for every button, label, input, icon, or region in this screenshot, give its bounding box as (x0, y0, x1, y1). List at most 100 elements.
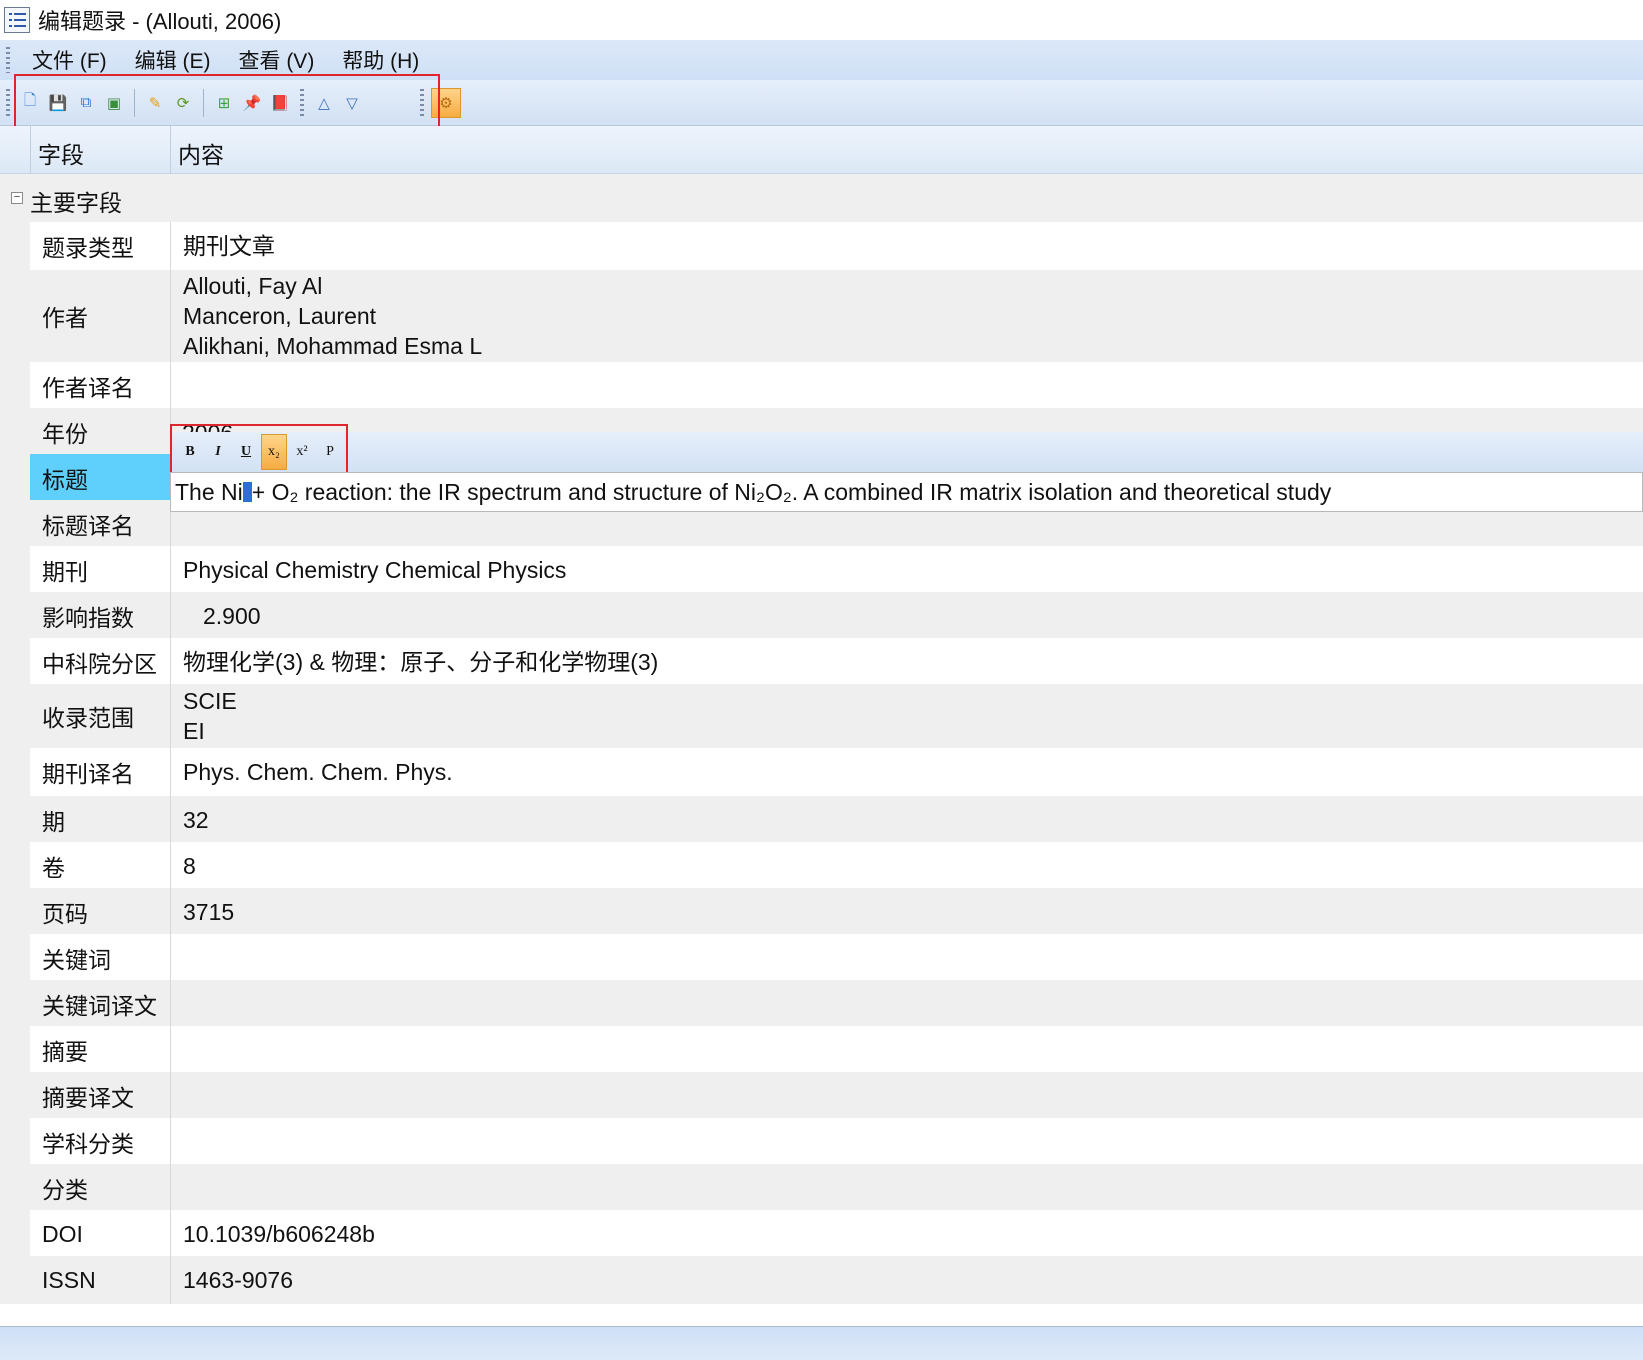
row-gutter (0, 934, 30, 982)
table-row[interactable]: 中科院分区 物理化学(3) & 物理：原子、分子和化学物理(3) (0, 638, 1643, 686)
field-label[interactable]: 作者 (30, 270, 170, 362)
menu-view[interactable]: 查看 (V) (238, 45, 314, 75)
field-value[interactable]: 32 (170, 796, 1643, 844)
row-gutter (0, 842, 30, 890)
table-row[interactable]: 题录类型 期刊文章 (0, 222, 1643, 270)
table-row[interactable]: 学科分类 (0, 1118, 1643, 1166)
table-row[interactable]: 页码 3715 (0, 888, 1643, 936)
field-value[interactable] (170, 1026, 1643, 1074)
new-doc-icon[interactable]: 🗋 (17, 90, 43, 116)
save-close-icon[interactable]: ▣ (101, 90, 127, 116)
field-value[interactable]: 2.900 (170, 592, 1643, 640)
field-label[interactable]: 摘要译文 (30, 1072, 170, 1120)
table-row[interactable]: DOI 10.1039/b606248b (0, 1210, 1643, 1258)
table-row[interactable]: 摘要译文 (0, 1072, 1643, 1120)
table-row[interactable]: 收录范围 SCIE EI (0, 684, 1643, 748)
field-label[interactable]: 期 (30, 796, 170, 844)
table-row[interactable]: 期刊 Physical Chemistry Chemical Physics (0, 546, 1643, 594)
title-input[interactable]: The Ni + O₂ reaction: the IR spectrum an… (170, 472, 1643, 512)
menu-edit[interactable]: 编辑 (E) (135, 45, 211, 75)
field-label[interactable]: 标题译名 (30, 500, 170, 548)
column-header-field[interactable]: 字段 (38, 136, 84, 170)
save-icon[interactable]: 💾 (45, 90, 71, 116)
menu-grip[interactable] (6, 47, 10, 73)
field-value[interactable] (170, 934, 1643, 982)
table-row[interactable]: 期刊译名 Phys. Chem. Chem. Phys. (0, 748, 1643, 796)
underline-button[interactable]: U (233, 439, 259, 465)
collapse-icon[interactable]: − (11, 192, 23, 204)
arrow-up-icon[interactable]: △ (311, 90, 337, 116)
field-label[interactable]: 卷 (30, 842, 170, 890)
arrow-down-icon[interactable]: ▽ (339, 90, 365, 116)
table-row[interactable]: ISSN 1463-9076 (0, 1256, 1643, 1304)
field-label[interactable]: 年份 (30, 408, 170, 456)
field-value[interactable] (170, 980, 1643, 1028)
field-label[interactable]: 期刊译名 (30, 748, 170, 796)
toolbar-grip[interactable] (6, 88, 10, 117)
field-label[interactable]: 收录范围 (30, 684, 170, 748)
field-value[interactable]: 期刊文章 (170, 222, 1643, 270)
field-label[interactable]: 关键词 (30, 934, 170, 982)
field-value[interactable]: 物理化学(3) & 物理：原子、分子和化学物理(3) (170, 638, 1643, 686)
field-label[interactable]: 页码 (30, 888, 170, 936)
column-header-content[interactable]: 内容 (178, 136, 224, 170)
value-line: 32 (183, 807, 209, 833)
field-value[interactable] (170, 1072, 1643, 1120)
field-value[interactable] (170, 1164, 1643, 1212)
field-value[interactable]: 1463-9076 (170, 1256, 1643, 1304)
table-row[interactable]: 作者 Allouti, Fay Al Manceron, Laurent Alikha… (0, 270, 1643, 362)
book-icon[interactable]: 📕 (267, 90, 293, 116)
settings-icon[interactable]: ⚙ (431, 87, 461, 118)
column-divider[interactable] (170, 126, 171, 174)
row-gutter (0, 408, 30, 456)
field-label[interactable]: 关键词译文 (30, 980, 170, 1028)
field-label[interactable]: 影响指数 (30, 592, 170, 640)
menu-help[interactable]: 帮助 (H) (342, 45, 419, 75)
save-copy-icon[interactable]: ⧉ (73, 90, 99, 116)
field-label[interactable]: 作者译名 (30, 362, 170, 410)
table-row[interactable]: 作者译名 (0, 362, 1643, 410)
field-value[interactable]: SCIE EI (170, 684, 1643, 748)
field-value[interactable] (170, 1118, 1643, 1166)
grid-icon[interactable]: ⊞ (211, 90, 237, 116)
field-label[interactable]: 标题 (30, 454, 170, 502)
table-row[interactable]: 关键词译文 (0, 980, 1643, 1028)
field-value[interactable]: Physical Chemistry Chemical Physics (170, 546, 1643, 594)
field-label[interactable]: 期刊 (30, 546, 170, 594)
format-toolbar: B I U x₂ x² P (170, 432, 1643, 472)
table-row[interactable]: 摘要 (0, 1026, 1643, 1074)
pin-icon[interactable]: 📌 (239, 90, 265, 116)
italic-button[interactable]: I (205, 439, 231, 465)
field-label[interactable]: DOI (30, 1210, 170, 1258)
field-value[interactable]: 8 (170, 842, 1643, 890)
field-value[interactable] (170, 362, 1643, 410)
clean-icon[interactable]: ✎ (142, 90, 168, 116)
table-row[interactable]: 分类 (0, 1164, 1643, 1212)
field-value[interactable]: Phys. Chem. Chem. Phys. (170, 748, 1643, 796)
value-line: 3715 (183, 899, 235, 925)
table-row[interactable]: 期 32 (0, 796, 1643, 844)
plain-text-button[interactable]: P (317, 439, 343, 465)
field-label[interactable]: 题录类型 (30, 222, 170, 270)
row-gutter (0, 1072, 30, 1120)
superscript-button[interactable]: x² (289, 439, 315, 465)
table-row[interactable]: 影响指数 2.900 (0, 592, 1643, 640)
bold-button[interactable]: B (177, 439, 203, 465)
table-row[interactable]: 关键词 (0, 934, 1643, 982)
field-label[interactable]: 分类 (30, 1164, 170, 1212)
toolbar-grip[interactable] (300, 88, 304, 117)
field-label[interactable]: ISSN (30, 1256, 170, 1304)
field-label[interactable]: 学科分类 (30, 1118, 170, 1166)
update-icon[interactable]: ⟳ (170, 90, 196, 116)
subscript-button[interactable]: x₂ (261, 434, 287, 470)
field-value[interactable]: Allouti, Fay Al Manceron, Laurent Alikhani… (170, 270, 1643, 362)
value-line: 1463-9076 (183, 1267, 293, 1293)
field-label[interactable]: 摘要 (30, 1026, 170, 1074)
toolbar-grip[interactable] (420, 88, 424, 117)
table-row[interactable]: 卷8 (0, 842, 1643, 890)
field-label[interactable]: 中科院分区 (30, 638, 170, 686)
menu-file[interactable]: 文件 (F) (32, 45, 107, 75)
category-main-fields[interactable]: − 主要字段 (0, 174, 1643, 222)
field-value[interactable]: 3715 (170, 888, 1643, 936)
field-value[interactable]: 10.1039/b606248b (170, 1210, 1643, 1258)
